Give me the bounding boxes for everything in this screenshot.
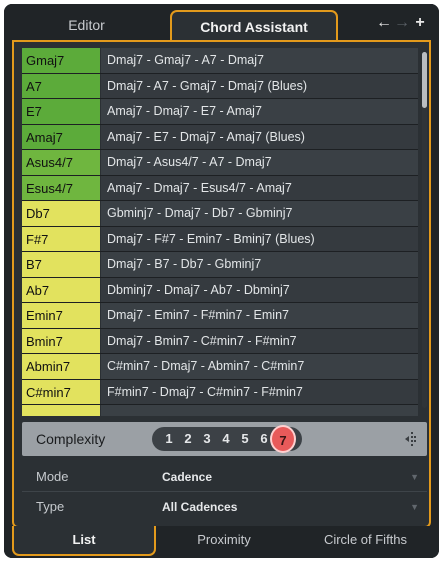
scrollbar-thumb[interactable] [422,52,427,108]
chord-row[interactable]: F#7 Dmaj7 - F#7 - Emin7 - Bminj7 (Blues) [22,226,418,252]
progression-cell[interactable]: Dmaj7 - Gmaj7 - A7 - Dmaj7 [101,48,418,73]
chord-row[interactable]: Esus4/7 Amaj7 - Dmaj7 - Esus4/7 - Amaj7 [22,175,418,201]
type-select[interactable]: All Cadences [162,492,237,522]
progression-cell[interactable]: Gbminj7 - Dmaj7 - Db7 - Gbminj7 [101,201,418,226]
chord-cell[interactable]: E7 [22,99,100,124]
progression-cell[interactable]: F#min7 - Dmaj7 - C#min7 - F#min7 [101,379,418,404]
chord-cell[interactable]: Esus4/7 [22,175,100,200]
mode-select[interactable]: Cadence [162,462,212,492]
complexity-level-3[interactable]: 3 [198,427,216,451]
nav-arrows: ← → + [375,14,429,34]
chord-row[interactable]: Asus4/7 Dmaj7 - Asus4/7 - A7 - Dmaj7 [22,150,418,176]
tab-editor[interactable]: Editor [4,10,169,42]
chord-assistant-content: Gmaj7 Dmaj7 - Gmaj7 - A7 - Dmaj7 A7 Dmaj7 -… [12,40,431,528]
progression-cell[interactable]: Amaj7 - E7 - Dmaj7 - Amaj7 (Blues) [101,124,418,149]
progression-cell[interactable]: Dmaj7 - B7 - Db7 - Gbminj7 [101,252,418,277]
chord-cell[interactable]: Amaj7 [22,124,100,149]
chord-cell[interactable]: Emin7 [22,303,100,328]
chord-row[interactable]: Amaj7 Amaj7 - E7 - Dmaj7 - Amaj7 (Blues) [22,124,418,150]
complexity-level-5[interactable]: 5 [236,427,254,451]
chord-cell[interactable]: Bmin7 [22,328,100,353]
top-tab-bar: Editor Chord Assistant ← → + [4,4,439,42]
mode-label: Mode [36,469,69,484]
chord-row[interactable]: E7 Amaj7 - Dmaj7 - E7 - Amaj7 [22,99,418,125]
chord-cell[interactable]: F#7 [22,226,100,251]
progression-cell[interactable]: Dmaj7 - Emin7 - F#min7 - Emin7 [101,303,418,328]
tab-proximity[interactable]: Proximity [156,526,292,556]
chord-row[interactable]: Db7 Gbminj7 - Dmaj7 - Db7 - Gbminj7 [22,201,418,227]
progression-cell[interactable]: Amaj7 - Dmaj7 - E7 - Amaj7 [101,99,418,124]
progression-cell[interactable]: Amaj7 - Dmaj7 - Esus4/7 - Amaj7 [101,175,418,200]
complexity-label: Complexity [36,431,106,447]
resize-handle-icon[interactable] [403,431,417,447]
list-scrollbar[interactable] [422,52,427,408]
progression-cell[interactable]: Dmaj7 - A7 - Gmaj7 - Dmaj7 (Blues) [101,73,418,98]
chord-assistant-panel: Editor Chord Assistant ← → + Gmaj7 Dmaj7 - … [4,4,439,558]
chord-row[interactable]: Bmin7 Dmaj7 - Bmin7 - C#min7 - F#min7 [22,328,418,354]
chord-cell[interactable]: Abmin7 [22,354,100,379]
complexity-selector[interactable]: 1234567 [152,425,302,453]
progression-cell[interactable]: C#min7 - Dmaj7 - Abmin7 - C#min7 [101,354,418,379]
chevron-down-icon[interactable]: ▼ [410,462,419,492]
progression-cell[interactable]: Dbminj7 - Dmaj7 - Ab7 - Dbminj7 [101,277,418,302]
progression-cell[interactable]: Dmaj7 - Asus4/7 - A7 - Dmaj7 [101,150,418,175]
tab-list[interactable]: List [12,526,156,556]
complexity-level-2[interactable]: 2 [179,427,197,451]
chord-row[interactable]: Gmaj7 Dmaj7 - Gmaj7 - A7 - Dmaj7 [22,48,418,74]
mode-row[interactable]: Mode Cadence ▼ [22,462,427,492]
chord-cell[interactable]: Asus4/7 [22,150,100,175]
tab-chord-assistant[interactable]: Chord Assistant [170,10,338,42]
chord-cell[interactable]: Gmaj7 [22,48,100,73]
progression-cell[interactable]: Dmaj7 - Bmin7 - C#min7 - F#min7 [101,328,418,353]
progression-cell[interactable]: Dmaj7 - F#7 - Emin7 - Bminj7 (Blues) [101,226,418,251]
chord-cell[interactable]: A7 [22,73,100,98]
bottom-tab-bar: List Proximity Circle of Fifths [4,526,439,558]
chord-cell[interactable] [22,405,100,416]
complexity-level-4[interactable]: 4 [217,427,235,451]
forward-arrow-icon[interactable]: → [393,14,411,32]
chord-cell[interactable]: B7 [22,252,100,277]
complexity-bar: Complexity 1234567 [22,422,427,456]
chord-row[interactable]: Emin7 Dmaj7 - Emin7 - F#min7 - Emin7 [22,303,418,329]
complexity-level-7[interactable]: 7 [270,425,296,453]
chevron-down-icon[interactable]: ▼ [410,492,419,522]
chord-row[interactable]: C#min7 F#min7 - Dmaj7 - C#min7 - F#min7 [22,379,418,405]
progression-cell[interactable] [101,405,418,416]
complexity-level-1[interactable]: 1 [160,427,178,451]
chord-row[interactable]: Abmin7 C#min7 - Dmaj7 - Abmin7 - C#min7 [22,354,418,380]
chord-row[interactable]: A7 Dmaj7 - A7 - Gmaj7 - Dmaj7 (Blues) [22,73,418,99]
chord-cell[interactable]: Ab7 [22,277,100,302]
chord-cell[interactable]: Db7 [22,201,100,226]
add-icon[interactable]: + [411,14,429,32]
tab-circle-of-fifths[interactable]: Circle of Fifths [292,526,439,556]
chord-row[interactable]: B7 Dmaj7 - B7 - Db7 - Gbminj7 [22,252,418,278]
back-arrow-icon[interactable]: ← [375,14,393,32]
chord-row[interactable]: Ab7 Dbminj7 - Dmaj7 - Ab7 - Dbminj7 [22,277,418,303]
type-label: Type [36,499,65,514]
type-row[interactable]: Type All Cadences ▼ [22,492,427,522]
chord-list[interactable]: Gmaj7 Dmaj7 - Gmaj7 - A7 - Dmaj7 A7 Dmaj7 -… [22,48,418,416]
chord-row[interactable] [22,405,418,416]
chord-cell[interactable]: C#min7 [22,379,100,404]
